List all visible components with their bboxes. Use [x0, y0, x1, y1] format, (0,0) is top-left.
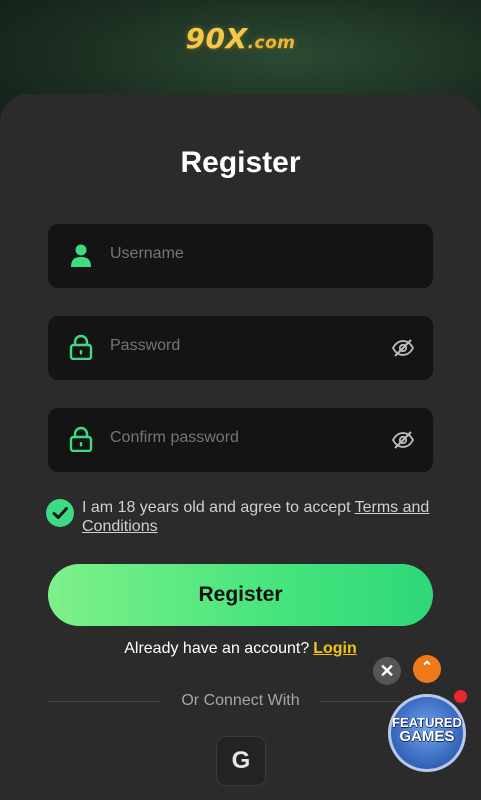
confirm-password-field[interactable] — [48, 408, 433, 472]
password-input[interactable] — [110, 337, 370, 355]
login-prompt: Already have an account? Login — [0, 640, 481, 658]
eye-off-icon[interactable] — [391, 336, 415, 360]
agree-text-block: I am 18 years old and agree to accept Ter… — [82, 498, 442, 536]
notification-dot — [454, 690, 467, 703]
google-login-button[interactable]: G — [216, 736, 266, 786]
scroll-up-icon[interactable]: ⌃ — [413, 655, 441, 683]
page-title: Register — [180, 146, 301, 179]
featured-line-2: GAMES — [399, 728, 455, 745]
logo-text-3: .com — [247, 33, 296, 53]
lock-icon — [69, 334, 93, 360]
logo-text-2: X — [225, 22, 248, 55]
close-icon[interactable]: ✕ — [373, 657, 401, 685]
brand-logo[interactable]: 90X.com — [0, 22, 481, 55]
register-button[interactable]: Register — [48, 564, 433, 626]
google-icon: G — [231, 747, 251, 774]
login-link[interactable]: Login — [313, 640, 357, 657]
confirm-password-input[interactable] — [110, 429, 370, 447]
agree-label: I am 18 years old and agree to accept — [82, 499, 351, 516]
username-field[interactable] — [48, 224, 433, 288]
eye-off-icon[interactable] — [391, 428, 415, 452]
agree-checkbox[interactable] — [46, 499, 74, 527]
user-icon — [71, 244, 91, 267]
logo-text-1: 90 — [185, 22, 226, 55]
username-input[interactable] — [110, 245, 370, 263]
featured-games-badge[interactable]: FEATURED GAMES — [388, 694, 466, 772]
lock-icon — [69, 426, 93, 452]
already-account-text: Already have an account? — [124, 640, 310, 657]
check-icon — [52, 507, 68, 519]
password-field[interactable] — [48, 316, 433, 380]
